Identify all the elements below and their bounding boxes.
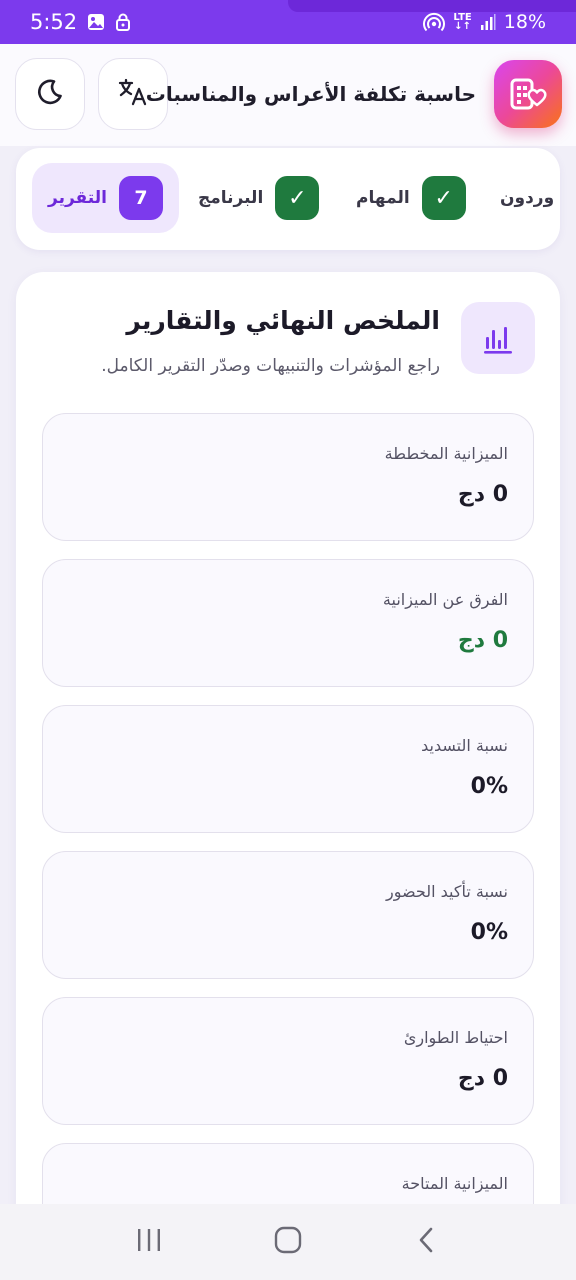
status-time: 5:52 (30, 10, 78, 34)
section-subtitle: راجع المؤشرات والتنبيهات وصدّر التقرير ا… (101, 356, 440, 376)
status-bar-pill (288, 0, 576, 12)
translate-icon (117, 76, 149, 112)
system-nav-bar (0, 1204, 576, 1280)
step-label: البرنامج (198, 188, 264, 208)
step-label: المهام (356, 188, 410, 208)
app-logo-icon (494, 60, 562, 128)
home-icon (273, 1225, 303, 1259)
bar-chart-icon (461, 302, 535, 374)
status-right: LTE ↓↑ 18% (423, 11, 546, 33)
metric-value: 0% (470, 774, 508, 799)
step-report[interactable]: 7 التقرير (32, 163, 179, 233)
lte-arrows: ↓↑ (454, 21, 471, 32)
step-tasks[interactable]: ✓ المهام (356, 163, 466, 233)
metric-label: نسبة تأكيد الحضور (386, 882, 508, 901)
step-number-badge: 7 (118, 176, 163, 220)
metric-label: الفرق عن الميزانية (382, 590, 508, 609)
recents-button[interactable] (119, 1212, 179, 1272)
signal-icon (480, 13, 496, 31)
metric-card-emergency-reserve: احتياط الطوارئ 0 دج (42, 997, 534, 1125)
metric-label: نسبة التسديد (421, 736, 508, 755)
progress-stepper: وردون ✓ المهام ✓ البرنامج 7 التقرير (16, 148, 560, 250)
section-title: الملخص النهائي والتقارير (126, 306, 440, 335)
check-icon: ✓ (421, 176, 466, 220)
home-button[interactable] (258, 1212, 318, 1272)
app-header: حاسبة تكلفة الأعراس والمناسبات (0, 44, 576, 146)
metric-card-budget-difference: الفرق عن الميزانية 0 دج (42, 559, 534, 687)
summary-card: الملخص النهائي والتقارير راجع المؤشرات و… (16, 272, 560, 1271)
back-button[interactable] (397, 1212, 457, 1272)
step-guests[interactable]: وردون (500, 163, 554, 233)
step-label: وردون (500, 188, 555, 208)
metric-value: 0 دج (457, 628, 508, 653)
metric-label: احتياط الطوارئ (403, 1028, 508, 1047)
moon-icon (35, 77, 65, 111)
metric-card-payment-rate: نسبة التسديد 0% (42, 705, 534, 833)
metric-label: الميزانية المتاحة (401, 1174, 508, 1193)
status-left: 5:52 (30, 10, 131, 34)
gallery-icon (87, 13, 105, 31)
check-icon: ✓ (275, 176, 320, 220)
hotspot-icon (423, 12, 446, 32)
lte-indicator: LTE ↓↑ (453, 13, 471, 32)
recents-icon (135, 1226, 163, 1258)
step-label: التقرير (48, 188, 107, 208)
metric-card-planned-budget: الميزانية المخططة 0 دج (42, 413, 534, 541)
theme-toggle-button[interactable] (15, 58, 85, 130)
metric-label: الميزانية المخططة (384, 444, 508, 463)
battery-percent: 18% (503, 11, 546, 33)
metric-value: 0 دج (457, 1066, 508, 1091)
back-icon (413, 1226, 441, 1258)
lock-icon (115, 13, 131, 31)
app-title: حاسبة تكلفة الأعراس والمناسبات (145, 82, 476, 106)
metric-value: 0 دج (457, 482, 508, 507)
metric-value: 0% (470, 920, 508, 945)
step-program[interactable]: ✓ البرنامج (198, 163, 320, 233)
metric-card-attendance-rate: نسبة تأكيد الحضور 0% (42, 851, 534, 979)
status-bar: 5:52 LTE ↓↑ 18% (0, 0, 576, 44)
